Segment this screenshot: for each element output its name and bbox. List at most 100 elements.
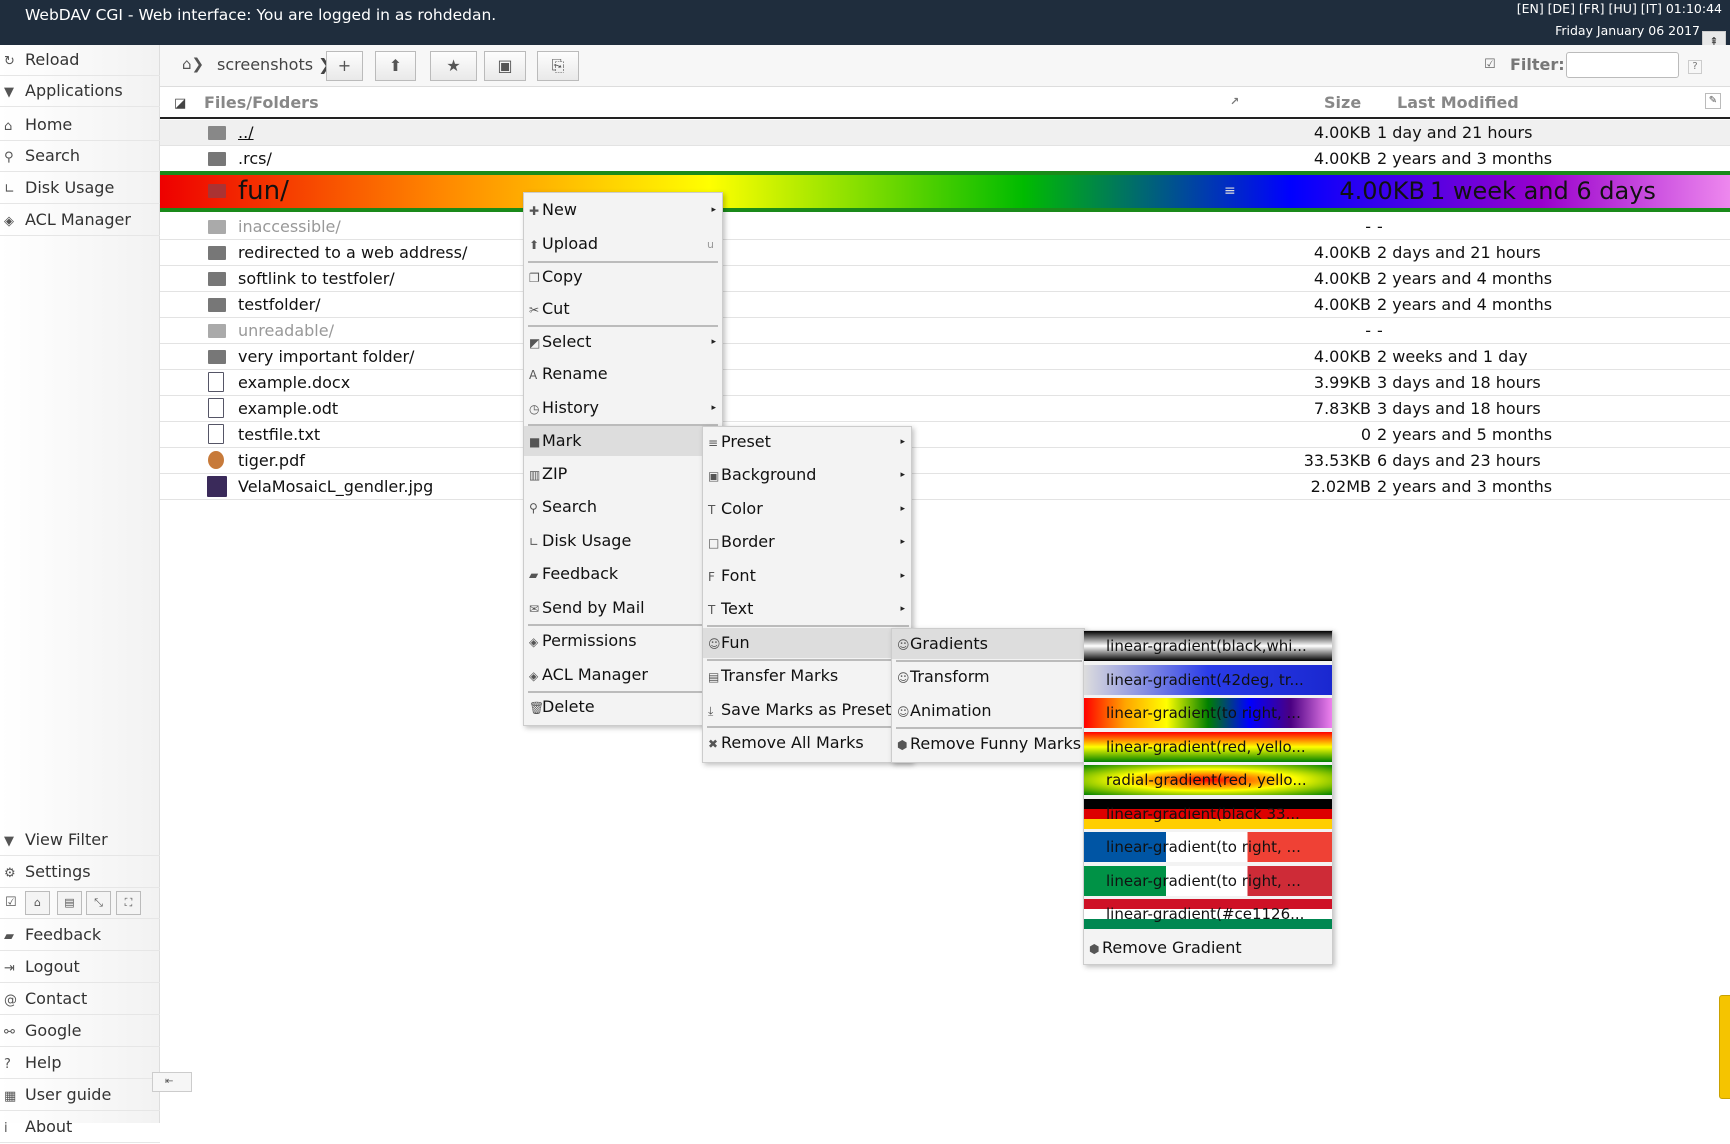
- column-size[interactable]: Size: [1324, 93, 1361, 112]
- menu-item-disk-usage[interactable]: ∟ Disk Usage: [524, 526, 722, 556]
- chevron-right-icon: ▸: [900, 537, 905, 547]
- menu-item-send-by-mail[interactable]: ✉ Send by Mail: [524, 593, 722, 623]
- sidebar-item-logout[interactable]: ⇥ Logout: [0, 952, 160, 983]
- sidebar-item-reload[interactable]: ↻ Reload: [0, 45, 160, 76]
- sidebar-item-user-guide[interactable]: ▦ User guide: [0, 1080, 160, 1111]
- gradient-option[interactable]: radial-gradient(red, yello...: [1084, 765, 1332, 795]
- table-row[interactable]: VelaMosaicL_gendler.jpg 2.02MB 2 years a…: [160, 474, 1730, 500]
- gradient-option[interactable]: linear-gradient(black 33...: [1084, 799, 1332, 829]
- gradient-option[interactable]: linear-gradient(to right, ...: [1084, 832, 1332, 862]
- menu-item-cut[interactable]: ✂ Cut: [524, 294, 722, 324]
- menu-item-gradients[interactable]: ☺Gradients: [892, 629, 1084, 659]
- menu-item-text[interactable]: T Text ▸: [703, 594, 911, 624]
- column-settings-icon[interactable]: ✎: [1705, 93, 1721, 109]
- menu-item-preset[interactable]: ≡ Preset ▸: [703, 427, 911, 457]
- menu-item-animation[interactable]: ☺Animation: [892, 696, 1084, 726]
- sidebar-collapse-button[interactable]: ⇤: [152, 1072, 192, 1092]
- sidebar-item-disk-usage[interactable]: ∟ Disk Usage: [0, 173, 160, 204]
- sidebar-item-search[interactable]: ⚲ Search: [0, 141, 160, 172]
- sidebar-item-applications[interactable]: ▼ Applications: [0, 76, 160, 107]
- menu-item-permissions[interactable]: ◈ Permissions: [524, 626, 722, 656]
- feedback-tab[interactable]: [1719, 995, 1730, 1099]
- sidebar-item-settings[interactable]: ⚙ Settings: [0, 857, 160, 888]
- menu-item-rename[interactable]: A Rename: [524, 359, 722, 389]
- menu-item-remove-all-marks[interactable]: ✖ Remove All Marks: [703, 728, 911, 758]
- sidebar-item-home[interactable]: ⌂ Home: [0, 110, 160, 141]
- table-row[interactable]: very important folder/ 4.00KB 2 weeks an…: [160, 344, 1730, 370]
- gradient-option[interactable]: linear-gradient(to right, ...: [1084, 866, 1332, 896]
- menu-item-border[interactable]: □ Border ▸: [703, 527, 911, 557]
- gradient-option[interactable]: linear-gradient(red, yello...: [1084, 732, 1332, 762]
- sidebar-item-acl-manager[interactable]: ◈ ACL Manager: [0, 205, 160, 236]
- sidebar-item-google[interactable]: ⚯ Google: [0, 1016, 160, 1047]
- menu-item-feedback[interactable]: ▰ Feedback: [524, 559, 722, 589]
- column-files[interactable]: Files/Folders: [204, 93, 319, 112]
- menu-item-select[interactable]: ◩ Select ▸: [524, 327, 722, 357]
- menu-item-delete[interactable]: 🗑Delete: [524, 692, 722, 722]
- table-row[interactable]: .rcs/ 4.00KB 2 years and 3 months: [160, 146, 1730, 172]
- menu-item-transform[interactable]: ☺Transform: [892, 662, 1084, 692]
- document-icon: [208, 372, 224, 392]
- table-row[interactable]: ../ 4.00KB 1 day and 21 hours: [160, 120, 1730, 146]
- table-row[interactable]: unreadable/ - -: [160, 318, 1730, 344]
- select-all-checkbox[interactable]: ◪: [174, 96, 186, 111]
- table-row[interactable]: testfile.txt 0 2 years and 5 months: [160, 422, 1730, 448]
- table-row[interactable]: fun/ ≡ 4.00KB 1 week and 6 days: [160, 171, 1730, 212]
- menu-item-new[interactable]: ✚ New ▸: [524, 195, 722, 225]
- home-icon[interactable]: ⌂❯: [182, 55, 204, 73]
- transfer-button[interactable]: ⎘: [537, 51, 579, 81]
- menu-item-font[interactable]: F Font ▸: [703, 561, 911, 591]
- menu-item-fun[interactable]: ☺Fun: [703, 628, 911, 658]
- home-icon[interactable]: ⌂: [25, 891, 50, 915]
- menu-item-history[interactable]: ◷ History ▸: [524, 393, 722, 423]
- menu-item-remove-gradient[interactable]: ⬢ Remove Gradient: [1084, 933, 1332, 963]
- rename-icon: A: [529, 368, 538, 382]
- view-button[interactable]: ▣: [484, 51, 526, 81]
- gradient-option[interactable]: linear-gradient(42deg, tr...: [1084, 665, 1332, 695]
- menu-item-transfer-marks[interactable]: ▤ Transfer Marks: [703, 661, 911, 691]
- gradient-option[interactable]: linear-gradient(black,whi...: [1084, 631, 1332, 661]
- gradient-option[interactable]: linear-gradient(#ce1126...: [1084, 899, 1332, 929]
- drag-handle-icon[interactable]: ≡: [1224, 175, 1236, 208]
- table-row[interactable]: example.docx 3.99KB 3 days and 18 hours: [160, 370, 1730, 396]
- menu-item-acl-manager[interactable]: ◈ ACL Manager: [524, 660, 722, 690]
- menu-item-mark[interactable]: ■ Mark: [524, 426, 722, 456]
- table-row[interactable]: example.odt 7.83KB 3 days and 18 hours: [160, 396, 1730, 422]
- breadcrumb[interactable]: screenshots ❯: [217, 55, 332, 74]
- sidebar-item-view-filter[interactable]: ▼ View Filter: [0, 825, 160, 856]
- gradient-option[interactable]: linear-gradient(to right, ...: [1084, 698, 1332, 728]
- column-modified[interactable]: Last Modified: [1397, 93, 1519, 112]
- table-row[interactable]: redirected to a web address/ 4.00KB 2 da…: [160, 240, 1730, 266]
- sidebar-item-about[interactable]: i About: [0, 1112, 160, 1143]
- collapse-icon[interactable]: ⤡: [86, 891, 111, 915]
- fullscreen-icon[interactable]: ⛶: [116, 891, 141, 915]
- menu-item-copy[interactable]: ❐ Copy: [524, 262, 722, 292]
- filter-input[interactable]: [1566, 52, 1679, 78]
- language-selector[interactable]: [EN] [DE] [FR] [HU] [IT] 01:10:44: [1517, 1, 1722, 16]
- menu-item-upload[interactable]: ⬆ Upload u: [524, 229, 722, 259]
- table-row[interactable]: testfolder/ 4.00KB 2 years and 4 months: [160, 292, 1730, 318]
- checkbox-icon[interactable]: ☑: [5, 895, 17, 910]
- sidebar-item-feedback[interactable]: ▰ Feedback: [0, 920, 160, 951]
- menu-item-search[interactable]: ⚲ Search: [524, 492, 722, 522]
- new-folder-button[interactable]: +: [326, 51, 363, 81]
- remove-icon: ⬢: [1089, 942, 1100, 956]
- sidebar-item-help[interactable]: ? Help: [0, 1048, 160, 1079]
- document-icon[interactable]: ▤: [57, 891, 82, 915]
- filter-help-icon[interactable]: ?: [1688, 60, 1702, 74]
- menu-item-color[interactable]: T Color ▸: [703, 494, 911, 524]
- menu-item-save-marks-as-preset[interactable]: ⤓ Save Marks as Preset: [703, 695, 911, 725]
- menu-item-zip[interactable]: ▥ ZIP: [524, 459, 722, 489]
- upload-button[interactable]: ⬆: [375, 51, 416, 81]
- sidebar-item-contact[interactable]: @ Contact: [0, 984, 160, 1015]
- filter-checkbox[interactable]: ☑: [1484, 57, 1496, 72]
- sort-icon[interactable]: ↗: [1230, 95, 1239, 108]
- table-row[interactable]: tiger.pdf 33.53KB 6 days and 23 hours: [160, 448, 1730, 474]
- table-row[interactable]: inaccessible/ - -: [160, 214, 1730, 240]
- reload-icon: ↻: [4, 54, 15, 69]
- menu-item-remove-funny-marks[interactable]: ⬢ Remove Funny Marks: [892, 729, 1084, 759]
- table-row[interactable]: softlink to testfoler/ 4.00KB 2 years an…: [160, 266, 1730, 292]
- menu-item-background[interactable]: ▣ Background ▸: [703, 460, 911, 490]
- bookmark-button[interactable]: ★: [430, 51, 477, 81]
- search-icon: ⚲: [4, 150, 14, 165]
